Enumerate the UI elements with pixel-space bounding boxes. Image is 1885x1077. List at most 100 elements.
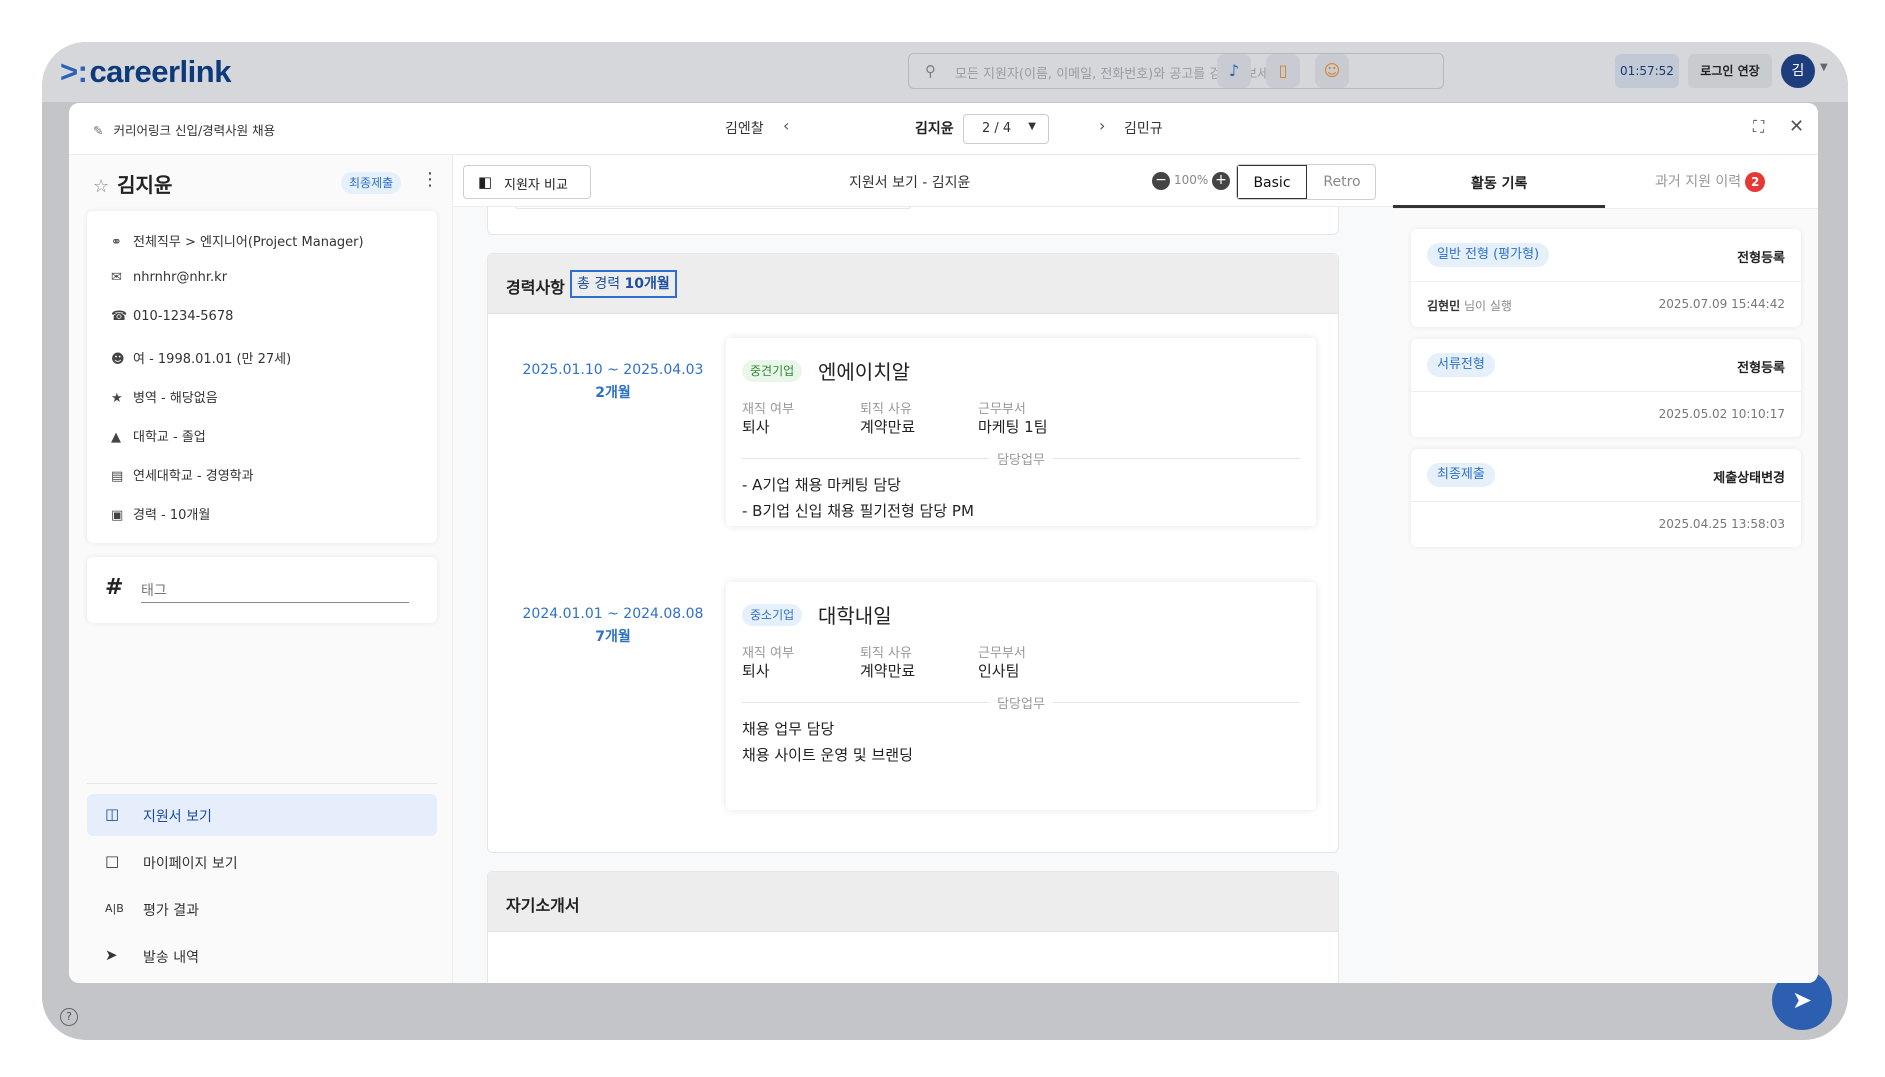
stage-badge: 일반 전형 (평가형) bbox=[1427, 243, 1550, 267]
tab-past-applications[interactable]: 과거 지원 이력 2 bbox=[1655, 171, 1766, 192]
zoom-in-icon[interactable]: + bbox=[1212, 172, 1230, 190]
employment-label: 재직 여부 bbox=[742, 402, 794, 417]
chevron-down-icon[interactable]: ▼ bbox=[1820, 62, 1828, 73]
employment-value: 퇴사 bbox=[742, 662, 770, 680]
employment-value: 퇴사 bbox=[742, 418, 770, 436]
career-entry-card: 중소기업 대학내일 재직 여부 퇴사 퇴직 사유 계약만료 근무부서 인사팀 담… bbox=[726, 582, 1316, 810]
more-menu-icon[interactable]: ⋮ bbox=[421, 169, 439, 190]
activity-kind: 전형등록 bbox=[1737, 361, 1785, 376]
bookmark-icon[interactable]: ▯ bbox=[1266, 54, 1300, 88]
menu-application-view[interactable]: ◫ 지원서 보기 bbox=[87, 794, 437, 836]
career-section-card: 경력사항 총 경력 10개월 2025.01.10 ~ 2025.04.03 2개… bbox=[487, 253, 1339, 853]
career-entry-card: 중견기업 엔에이치알 재직 여부 퇴사 퇴직 사유 계약만료 근무부서 마케팅 … bbox=[726, 338, 1316, 526]
divider bbox=[1411, 281, 1801, 282]
careerlink-logo[interactable]: >:careerlink bbox=[60, 54, 231, 90]
activity-time: 2025.07.09 15:44:42 bbox=[1658, 297, 1785, 311]
next-arrow-icon[interactable]: › bbox=[1099, 116, 1105, 135]
reason-label: 퇴직 사유 bbox=[860, 646, 912, 661]
company-type-badge: 중견기업 bbox=[742, 360, 803, 382]
duty-line: - B기업 신입 채용 필기전형 담당 PM bbox=[742, 502, 974, 520]
activity-time: 2025.05.02 10:10:17 bbox=[1658, 407, 1785, 421]
star-icon[interactable]: ☆ bbox=[93, 176, 109, 197]
info-career-text: 경력 - 10개월 bbox=[133, 508, 211, 523]
mode-basic-button[interactable]: Basic bbox=[1237, 165, 1307, 199]
ab-icon: A|B bbox=[105, 902, 124, 915]
divider bbox=[1411, 501, 1801, 502]
career-duration: 2개월 bbox=[595, 385, 631, 401]
login-extend-button[interactable]: 로그인 연장 bbox=[1688, 54, 1772, 88]
previous-section-card bbox=[487, 207, 1339, 235]
viewer-toolbar: ◧ 지원자 비교 지원서 보기 - 김지윤 − 100% + Basic Retr… bbox=[453, 155, 1393, 207]
activity-time: 2025.04.25 13:58:03 bbox=[1658, 517, 1785, 531]
caret-down-icon: ▼ bbox=[1028, 121, 1036, 132]
person-icon: ☻ bbox=[111, 352, 125, 367]
duty-label-text: 담당업무 bbox=[989, 697, 1053, 712]
viewer-scroll-area[interactable]: 경력사항 총 경력 10개월 2025.01.10 ~ 2025.04.03 2개… bbox=[453, 207, 1393, 983]
profile-info-card: ⚭ 전체직무 > 엔지니어(Project Manager) ✉ nhrnhr@nh… bbox=[87, 211, 437, 543]
hash-icon: # bbox=[105, 575, 124, 600]
mode-retro-button[interactable]: Retro bbox=[1307, 165, 1375, 199]
info-military-text: 병역 - 해당없음 bbox=[133, 391, 218, 406]
info-birth-text: 여 - 1998.01.01 (만 27세) bbox=[133, 352, 292, 367]
view-mode-toggle: Basic Retro bbox=[1236, 164, 1376, 200]
prev-arrow-icon[interactable]: ‹ bbox=[783, 116, 789, 135]
info-education-text: 대학교 - 졸업 bbox=[133, 430, 206, 445]
menu-label: 발송 내역 bbox=[143, 950, 199, 966]
info-email-text: nhrnhr@nhr.kr bbox=[133, 270, 228, 285]
menu-label: 평가 결과 bbox=[143, 903, 199, 919]
activity-actor: 김현민 님이 실행 bbox=[1427, 297, 1512, 314]
divider bbox=[87, 783, 437, 784]
activity-tabs: 활동 기록 과거 지원 이력 2 bbox=[1393, 155, 1818, 209]
duty-label: 담당업무 bbox=[726, 693, 1316, 712]
info-education: ▲ 대학교 - 졸업 bbox=[111, 426, 206, 445]
menu-send-history[interactable]: ➤ 발송 내역 bbox=[87, 935, 437, 977]
compare-label: 지원자 비교 bbox=[504, 178, 568, 193]
zoom-out-icon[interactable]: − bbox=[1152, 172, 1170, 190]
prev-applicant-name[interactable]: 김엔찰 bbox=[725, 118, 764, 138]
help-icon[interactable]: ? bbox=[60, 1008, 78, 1026]
bell-icon[interactable]: ♪ bbox=[1217, 54, 1251, 88]
status-badge: 최종제출 bbox=[341, 172, 402, 194]
activity-item: 서류전형 전형등록 2025.05.02 10:10:17 bbox=[1411, 339, 1801, 437]
previous-section-fragment bbox=[514, 207, 912, 209]
activity-pane: 활동 기록 과거 지원 이력 2 일반 전형 (평가형) 전형등록 김현민 님이 … bbox=[1393, 155, 1818, 983]
mail-icon: ✉ bbox=[111, 270, 122, 285]
total-career-prefix: 총 경력 bbox=[577, 276, 621, 292]
menu-mypage-view[interactable]: □ 마이페이지 보기 bbox=[87, 841, 437, 883]
zoom-level: 100% bbox=[1174, 173, 1209, 187]
side-rail bbox=[42, 102, 68, 1040]
global-search-input[interactable]: ⚲ 모든 지원자(이름, 이메일, 전화번호)와 공고를 검색해보세요 bbox=[908, 53, 1444, 89]
logo-mark-icon: >: bbox=[60, 54, 88, 89]
applicant-name-text: 김지윤 bbox=[117, 173, 173, 197]
applicant-name: ☆ 김지윤 bbox=[93, 169, 172, 198]
clipboard-icon: □ bbox=[105, 852, 120, 870]
maximize-icon[interactable]: ⛶ bbox=[1753, 117, 1764, 137]
info-school: ▤ 연세대학교 - 경영학과 bbox=[111, 465, 254, 484]
phone-icon: ☎ bbox=[111, 309, 128, 324]
company-name: 대학내일 bbox=[818, 604, 892, 628]
tag-input[interactable] bbox=[141, 577, 409, 603]
avatar[interactable]: 김 bbox=[1781, 54, 1815, 88]
intro-section-header: 자기소개서 bbox=[488, 872, 1338, 932]
close-icon[interactable]: ✕ bbox=[1789, 116, 1804, 137]
divider bbox=[1411, 391, 1801, 392]
menu-evaluation-result[interactable]: A|B 평가 결과 bbox=[87, 888, 437, 930]
duty-line: - A기업 채용 마케팅 담당 bbox=[742, 476, 901, 494]
edit-icon[interactable]: ✎ bbox=[93, 123, 103, 138]
stage-badge: 최종제출 bbox=[1427, 463, 1495, 487]
graduation-icon: ▲ bbox=[111, 430, 121, 445]
career-period-text: 2025.01.10 ~ 2025.04.03 bbox=[522, 362, 704, 378]
count-badge: 2 bbox=[1745, 172, 1766, 192]
next-applicant-name[interactable]: 김민규 bbox=[1124, 118, 1163, 138]
applicant-pager-select[interactable]: 2 / 4 ▼ bbox=[963, 114, 1049, 144]
user-settings-icon[interactable]: ☺ bbox=[1315, 54, 1349, 88]
tab-activity-log[interactable]: 활동 기록 bbox=[1471, 173, 1527, 193]
compare-applicants-button[interactable]: ◧ 지원자 비교 bbox=[463, 165, 591, 199]
career-period-text: 2024.01.01 ~ 2024.08.08 bbox=[522, 606, 704, 622]
global-header: >:careerlink ⚲ 모든 지원자(이름, 이메일, 전화번호)와 공고를… bbox=[42, 42, 1848, 102]
dept-label: 근무부서 bbox=[978, 402, 1026, 417]
career-section-title: 경력사항 bbox=[506, 278, 565, 297]
total-career-value: 10개월 bbox=[624, 276, 670, 292]
pager-value: 2 / 4 bbox=[982, 121, 1012, 136]
search-icon: ⚲ bbox=[925, 62, 936, 80]
